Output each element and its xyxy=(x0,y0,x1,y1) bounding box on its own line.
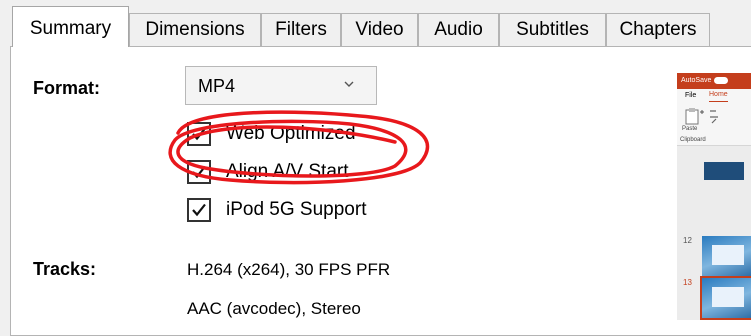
ppt-menu-file[interactable]: File xyxy=(685,89,696,103)
tab-bar: Summary Dimensions Filters Video Audio S… xyxy=(0,0,751,47)
format-label: Format: xyxy=(33,78,100,98)
tracks-label: Tracks: xyxy=(33,259,97,279)
tab-audio[interactable]: Audio xyxy=(418,13,499,46)
clipboard-group-label: Clipboard xyxy=(680,137,706,143)
chevron-down-icon xyxy=(344,81,354,87)
tab-dimensions[interactable]: Dimensions xyxy=(129,13,261,46)
autosave-toggle-icon[interactable] xyxy=(714,76,729,84)
format-select[interactable]: MP4 xyxy=(185,66,377,105)
checkmark-icon xyxy=(192,165,206,179)
ppt-menu-home[interactable]: Home xyxy=(709,89,728,102)
tab-chapters[interactable]: Chapters xyxy=(606,13,710,46)
powerpoint-thumbnail: AutoSave File Home Paste Clipboard 12 13 xyxy=(677,73,751,320)
web-optimized-label: Web Optimized xyxy=(226,123,356,144)
audio-track-info: AAC (avcodec), Stereo xyxy=(187,299,361,318)
ipod-5g-support-checkbox[interactable] xyxy=(187,198,211,222)
checkmark-icon xyxy=(192,127,206,141)
tab-filters[interactable]: Filters xyxy=(261,13,341,46)
ppt-menu-bar: File Home xyxy=(677,89,751,103)
paste-label: Paste xyxy=(682,126,698,132)
ppt-ribbon: Paste Clipboard xyxy=(677,103,751,146)
tab-video[interactable]: Video xyxy=(341,13,418,46)
slide-number: 12 xyxy=(683,236,692,245)
format-select-value: MP4 xyxy=(198,76,236,96)
ppt-autosave-label: AutoSave xyxy=(681,77,712,84)
ipod-5g-support-label: iPod 5G Support xyxy=(226,199,367,220)
tab-summary[interactable]: Summary xyxy=(12,6,129,47)
slide-thumbnail[interactable] xyxy=(702,236,751,276)
tab-subtitles[interactable]: Subtitles xyxy=(499,13,606,46)
slide-thumbnail-selected[interactable] xyxy=(700,276,751,320)
align-av-start-label: Align A/V Start xyxy=(226,161,349,182)
clipboard-tools-icon[interactable] xyxy=(707,107,721,129)
slide-thumbnail[interactable] xyxy=(704,162,744,180)
paste-icon[interactable] xyxy=(683,107,705,127)
align-av-start-checkbox[interactable] xyxy=(187,160,211,184)
web-optimized-checkbox[interactable] xyxy=(187,122,211,146)
ppt-title-bar: AutoSave xyxy=(677,73,751,89)
video-track-info: H.264 (x264), 30 FPS PFR xyxy=(187,260,391,279)
slide-number: 13 xyxy=(683,278,692,287)
checkmark-icon xyxy=(192,203,206,217)
summary-panel xyxy=(10,46,751,336)
